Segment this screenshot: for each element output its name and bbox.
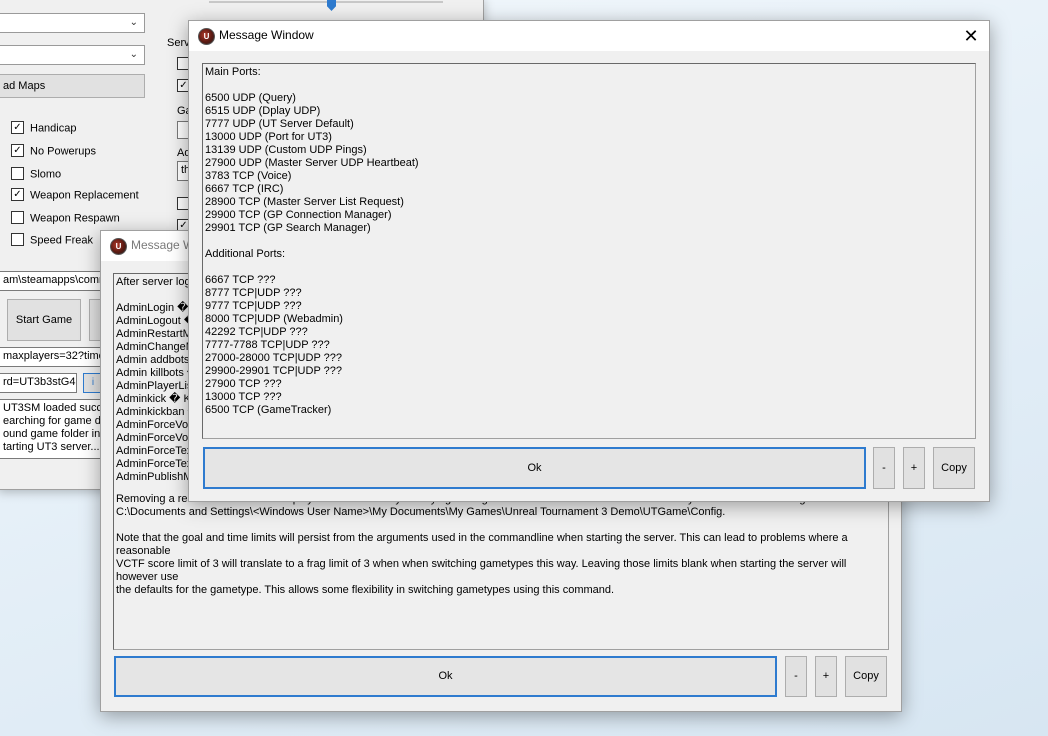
- password-field[interactable]: rd=UT3b3stG4m: [0, 373, 77, 393]
- font-increase-button[interactable]: +: [815, 656, 837, 697]
- ports-text-content[interactable]: Main Ports: 6500 UDP (Query) 6515 UDP (D…: [202, 63, 976, 439]
- font-decrease-button[interactable]: -: [873, 447, 895, 489]
- slider-thumb[interactable]: [327, 0, 336, 11]
- ok-button[interactable]: Ok: [203, 447, 866, 489]
- server-group-label: Serv: [167, 37, 190, 49]
- checkbox-speed-freak[interactable]: Speed Freak: [11, 233, 93, 250]
- window-title: Message Window: [219, 28, 314, 42]
- checkbox-slomo[interactable]: Slomo: [11, 167, 62, 184]
- checkbox-label: Slomo: [30, 168, 62, 181]
- game-path-field[interactable]: am\steamapps\comm: [0, 271, 105, 291]
- checkbox-box[interactable]: [11, 233, 24, 246]
- close-button[interactable]: ✕: [961, 26, 981, 46]
- app-icon: U: [198, 28, 215, 45]
- map-combo-1[interactable]: ⌄: [0, 13, 145, 33]
- load-maps-button[interactable]: ad Maps: [0, 74, 145, 98]
- checkbox-weapon-replacement[interactable]: ✓ Weapon Replacement: [11, 188, 139, 205]
- message-window-ports: U Message Window ✕ Main Ports: 6500 UDP …: [188, 20, 990, 502]
- title-bar[interactable]: U Message Window ✕: [189, 21, 989, 51]
- checkbox-weapon-respawn[interactable]: Weapon Respawn: [11, 211, 120, 228]
- map-combo-2[interactable]: ⌄: [0, 45, 145, 65]
- ok-button[interactable]: Ok: [114, 656, 777, 697]
- help-text-content[interactable]: Removing a restriction on a banned playe…: [113, 491, 889, 650]
- checkbox-label: Handicap: [30, 122, 77, 135]
- font-decrease-button[interactable]: -: [785, 656, 807, 697]
- server-log: UT3SM loaded succes earching for game di…: [0, 399, 105, 459]
- help-text-top[interactable]: After server logi AdminLogin � L AdminLo…: [113, 273, 199, 494]
- checkbox-handicap[interactable]: ✓ Handicap: [11, 121, 77, 138]
- commandline-field[interactable]: maxplayers=32?timelin: [0, 347, 105, 367]
- font-increase-button[interactable]: +: [903, 447, 925, 489]
- info-icon: i: [91, 377, 95, 388]
- checkbox-box[interactable]: ✓: [11, 144, 24, 157]
- checkbox-box[interactable]: [11, 167, 24, 180]
- checkbox-label: Weapon Replacement: [30, 189, 139, 202]
- copy-button[interactable]: Copy: [845, 656, 887, 697]
- slider-track: [209, 1, 443, 3]
- checkbox-box[interactable]: [11, 211, 24, 224]
- start-game-button[interactable]: Start Game: [7, 299, 81, 341]
- checkbox-box[interactable]: ✓: [11, 121, 24, 134]
- chevron-down-icon: ⌄: [129, 49, 138, 60]
- checkbox-label: No Powerups: [30, 145, 97, 158]
- checkbox-label: Weapon Respawn: [30, 212, 120, 225]
- checkbox-label: Speed Freak: [30, 234, 93, 247]
- chevron-down-icon: ⌄: [129, 17, 138, 28]
- checkbox-box[interactable]: ✓: [11, 188, 24, 201]
- copy-button[interactable]: Copy: [933, 447, 975, 489]
- checkbox-no-powerups[interactable]: ✓ No Powerups: [11, 144, 97, 161]
- window-title: Message W: [131, 238, 195, 252]
- app-icon: U: [110, 238, 127, 255]
